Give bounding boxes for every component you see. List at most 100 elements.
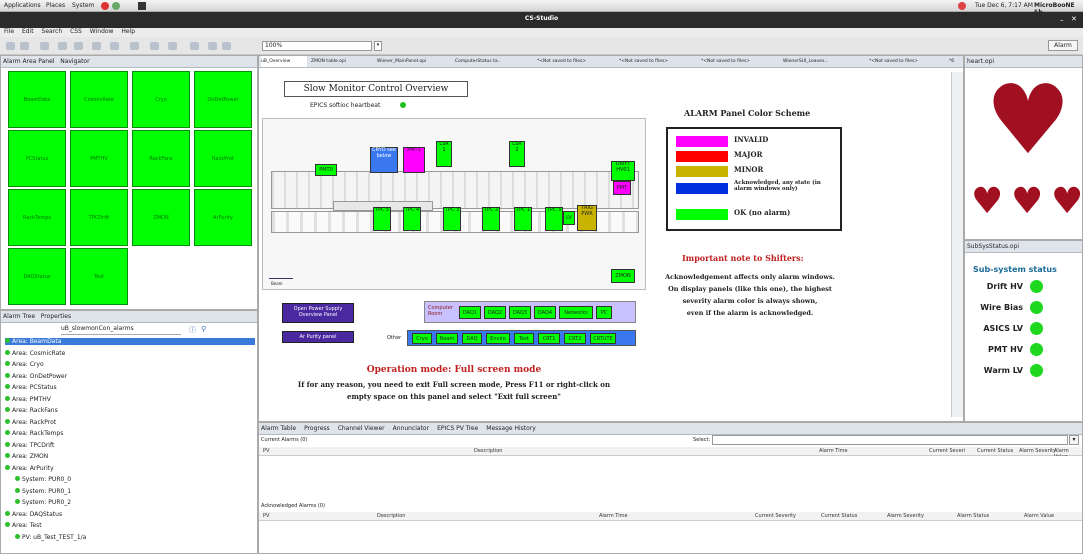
menu-window[interactable]: Window bbox=[90, 28, 114, 35]
close-icon[interactable]: ✕ bbox=[1071, 15, 1077, 23]
tree-item[interactable]: Area: CosmicRate bbox=[5, 349, 65, 357]
current-alarms-table[interactable] bbox=[259, 456, 1082, 498]
menu-search[interactable]: Search bbox=[42, 28, 63, 35]
tpc-box[interactable]: TPC 3 bbox=[443, 207, 461, 231]
alarm-area-tile[interactable]: OnDetPower bbox=[194, 71, 252, 128]
editor-tab[interactable]: *<Not saved to files> bbox=[701, 56, 779, 67]
trig-pwr-box[interactable]: TRIG PWR bbox=[577, 205, 597, 231]
alarm-area-tile[interactable]: DAQStatus bbox=[8, 248, 66, 305]
other-button[interactable]: Test bbox=[514, 333, 534, 344]
editor-tab[interactable]: *6 bbox=[949, 56, 963, 67]
help-icon[interactable] bbox=[112, 2, 120, 10]
bottom-tab[interactable]: EPICS PV Tree bbox=[437, 425, 478, 432]
tree-item[interactable]: Area: Test bbox=[5, 522, 42, 529]
menu-css[interactable]: CSS bbox=[70, 28, 82, 35]
tree-item[interactable]: Area: ZMON bbox=[5, 453, 48, 460]
run-icon[interactable] bbox=[190, 42, 199, 50]
tree-item[interactable]: System: PUR0_2 bbox=[15, 499, 71, 506]
new-icon[interactable] bbox=[6, 42, 15, 50]
menu-edit[interactable]: Edit bbox=[22, 28, 34, 35]
other-button[interactable]: CRT2 bbox=[564, 333, 586, 344]
save-icon[interactable] bbox=[20, 42, 29, 50]
copy-icon[interactable] bbox=[74, 42, 83, 50]
other-button[interactable]: DAQ bbox=[462, 333, 482, 344]
ack-alarms-table[interactable] bbox=[259, 521, 1082, 553]
info-icon[interactable]: ⓘ bbox=[189, 325, 196, 335]
tree-item[interactable]: Area: RackProt bbox=[5, 418, 56, 426]
minimize-icon[interactable]: – bbox=[1060, 16, 1064, 24]
tree-item[interactable]: Area: DAQStatus bbox=[5, 510, 62, 518]
other-button[interactable]: Enviro bbox=[486, 333, 510, 344]
lsr2-box[interactable]: LSR 2 bbox=[509, 141, 525, 167]
cryo-box[interactable]: CRYO see below bbox=[370, 147, 398, 173]
tree-item[interactable]: Area: PCStatus bbox=[5, 384, 57, 391]
computer-room-button[interactable]: DAQ3 bbox=[509, 306, 531, 319]
column-header[interactable]: Current Status bbox=[977, 448, 1013, 454]
other-button[interactable]: CRTUTE bbox=[590, 333, 616, 344]
pmt1-box[interactable]: PMT1 bbox=[403, 147, 425, 173]
alarm-area-tile[interactable]: CosmicRate bbox=[70, 71, 128, 128]
tree-item[interactable]: PV: uB_Test_TEST_1/a bbox=[15, 533, 86, 541]
print-icon[interactable] bbox=[40, 42, 49, 50]
computer-room-button[interactable]: DAQ4 bbox=[534, 306, 556, 319]
column-header[interactable]: Description bbox=[474, 448, 502, 454]
other-button[interactable]: Cryo bbox=[412, 333, 432, 344]
clock[interactable]: Tue Dec 6, 7:17 AM bbox=[975, 2, 1033, 9]
column-header[interactable]: Alarm Severity bbox=[1019, 448, 1056, 454]
editor-tab[interactable]: *<Not saved to files> bbox=[619, 56, 697, 67]
tab-alarm-area-panel[interactable]: Alarm Area Panel bbox=[3, 58, 54, 65]
menu-help[interactable]: Help bbox=[121, 28, 135, 35]
chevron-down-icon[interactable]: ▾ bbox=[1069, 435, 1079, 445]
editor-tab[interactable]: *<Not saved to files> bbox=[537, 56, 615, 67]
zoom-combo[interactable]: 100% bbox=[262, 41, 372, 51]
column-header[interactable]: PV bbox=[263, 448, 269, 454]
editor-tab[interactable]: *<Not saved to files> bbox=[869, 56, 945, 67]
other-button[interactable]: CRT1 bbox=[538, 333, 560, 344]
tree-item[interactable]: Area: Cryo bbox=[5, 361, 44, 368]
alarm-area-tile[interactable]: Test bbox=[70, 248, 128, 305]
column-header[interactable]: Alarm Status bbox=[957, 513, 989, 519]
select-combo[interactable] bbox=[712, 435, 1068, 445]
lv-box[interactable]: LV bbox=[563, 211, 575, 225]
alarm-area-tile[interactable]: PCStatus bbox=[8, 130, 66, 187]
alarm-area-tile[interactable]: Cryo bbox=[132, 71, 190, 128]
terminal-icon[interactable] bbox=[138, 2, 146, 10]
bottom-tab[interactable]: Progress bbox=[304, 425, 330, 432]
zoom-in-icon[interactable] bbox=[208, 42, 217, 50]
system-menu[interactable]: System bbox=[72, 2, 94, 9]
forward-icon[interactable] bbox=[168, 42, 177, 50]
edit-icon[interactable] bbox=[110, 42, 119, 50]
alarm-area-tile[interactable]: TPCDrift bbox=[70, 189, 128, 246]
computer-room-button[interactable]: DAQ1 bbox=[459, 306, 481, 319]
pmt-right-box[interactable]: PMT bbox=[613, 181, 631, 195]
ar-purity-button[interactable]: Ar Purity panel bbox=[282, 331, 354, 343]
lsr1-box[interactable]: LSR 1 bbox=[436, 141, 452, 167]
paste-icon[interactable] bbox=[92, 42, 101, 50]
column-header[interactable]: Current Severi bbox=[929, 448, 965, 454]
column-header[interactable]: Description bbox=[377, 513, 405, 519]
editor-tab[interactable]: WienerSUI_Leaves... bbox=[783, 56, 865, 67]
column-header[interactable]: Alarm Time bbox=[599, 513, 628, 519]
back-icon[interactable] bbox=[150, 42, 159, 50]
tpc-box[interactable]: TPC 5 bbox=[373, 207, 391, 231]
alarm-perspective-button[interactable]: Alarm bbox=[1048, 40, 1078, 51]
open-power-supply-button[interactable]: Open Power Supply Overview Panel bbox=[282, 303, 354, 323]
tpc-box[interactable]: TPC 3 bbox=[545, 207, 563, 231]
computer-room-button[interactable]: Networks bbox=[559, 306, 593, 319]
firefox-icon[interactable] bbox=[101, 2, 109, 10]
alarm-area-tile[interactable]: RackProt bbox=[194, 130, 252, 187]
zmon-box[interactable]: ZMON bbox=[611, 269, 635, 283]
tab-navigator[interactable]: Navigator bbox=[60, 58, 89, 65]
tpc-box[interactable]: TPC 4 bbox=[403, 207, 421, 231]
bottom-tab[interactable]: Annunciator bbox=[393, 425, 429, 432]
other-button[interactable]: Beam bbox=[436, 333, 458, 344]
tpc-box[interactable]: TPC 2 bbox=[482, 207, 500, 231]
undo-icon[interactable] bbox=[130, 42, 139, 50]
tab-properties[interactable]: Properties bbox=[41, 313, 71, 320]
tab-alarm-tree[interactable]: Alarm Tree bbox=[3, 313, 35, 320]
tpc-box[interactable]: TPC 1 bbox=[514, 207, 532, 231]
cut-icon[interactable] bbox=[58, 42, 67, 50]
alarm-area-tile[interactable]: ArPurity bbox=[194, 189, 252, 246]
filter-icon[interactable]: ⚲ bbox=[201, 325, 206, 333]
column-header[interactable]: Alarm Value bbox=[1024, 513, 1054, 519]
